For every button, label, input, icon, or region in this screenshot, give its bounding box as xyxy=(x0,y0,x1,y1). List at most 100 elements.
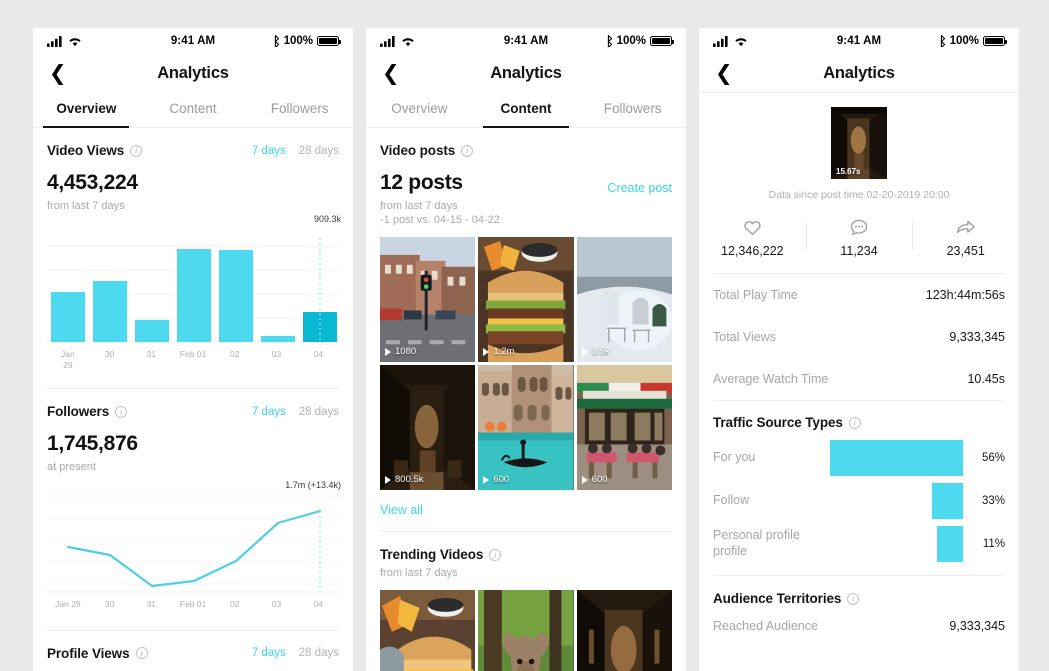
territories-header: Audience Territories i xyxy=(713,576,1005,606)
page-title: Analytics xyxy=(490,63,562,82)
x-label-0: Jan 29 xyxy=(55,599,81,610)
likes-value: 12,346,222 xyxy=(721,244,784,258)
tab-content[interactable]: Content xyxy=(140,92,247,127)
post-play-count: 600 xyxy=(581,474,608,485)
play-icon xyxy=(385,475,391,484)
info-icon[interactable]: i xyxy=(135,647,148,660)
video-preview[interactable]: 15.67s xyxy=(831,107,887,179)
post-play-count: 3.5k xyxy=(581,346,610,357)
tab-overview[interactable]: Overview xyxy=(33,92,140,127)
bar-chart-x-labels: Jan 29 30 31 Feb 01 02 03 04 xyxy=(47,349,339,370)
video-views-peak-label: 909.3k xyxy=(313,214,341,224)
traffic-bar xyxy=(830,439,964,476)
traffic-row-0: For you 56% xyxy=(713,436,1005,479)
traffic-bar-zone xyxy=(831,482,963,519)
video-posts-value: 12 posts xyxy=(380,171,463,194)
range-28-days[interactable]: 28 days xyxy=(299,406,339,418)
stat-comments: 11,234 xyxy=(805,218,913,258)
profile-views-title: Profile Views xyxy=(47,645,130,661)
post-thumbnail-5[interactable]: 600 xyxy=(576,365,672,491)
range-7-days[interactable]: 7 days xyxy=(252,406,286,418)
trending-thumbnail-2[interactable] xyxy=(576,590,672,671)
battery-icon xyxy=(650,35,675,47)
tab-followers[interactable]: Followers xyxy=(246,92,353,127)
tab-content[interactable]: Content xyxy=(473,92,580,127)
bar-2 xyxy=(135,320,169,342)
metric-row: Average Watch Time 10.45s xyxy=(713,358,1005,400)
metric-key: Total Play Time xyxy=(713,288,798,302)
range-7-days[interactable]: 7 days xyxy=(252,647,286,659)
battery-percentage: 100% xyxy=(949,35,979,47)
play-icon xyxy=(483,347,490,356)
traffic-bar xyxy=(937,525,963,562)
info-icon[interactable]: i xyxy=(461,144,474,157)
phone-panel-video-detail: 9:41 AM 100% ❮ Analytics 15.67s Data sin… xyxy=(699,28,1019,671)
line-chart-x-labels: Jan 29 30 31 Feb 01 02 03 04 xyxy=(47,599,339,610)
territories-row: Reached Audience 9,333,345 xyxy=(713,606,1005,633)
venice-gondola-thumbnail xyxy=(478,365,574,491)
post-thumbnail-4[interactable]: 600 xyxy=(478,365,574,491)
battery-percentage: 100% xyxy=(616,35,646,47)
status-right: 100% xyxy=(937,35,1008,47)
post-play-count: 600 xyxy=(483,474,509,485)
trending-thumbnail-1[interactable] xyxy=(478,590,574,671)
post-thumbnail-1[interactable]: 1.2m xyxy=(478,237,574,363)
trending-thumbnail-0[interactable] xyxy=(380,590,476,671)
post-thumbnail-0[interactable]: 1080 xyxy=(380,237,476,363)
bar-1 xyxy=(93,281,127,342)
x-label-4: 02 xyxy=(230,349,240,359)
video-views-range-toggle: 7 days 28 days xyxy=(252,145,339,157)
traffic-bar-zone xyxy=(831,525,963,562)
create-post-button[interactable]: Create post xyxy=(607,181,672,195)
metric-value: 123h:44m:56s xyxy=(925,288,1005,302)
territories-title: Audience Territories xyxy=(713,591,842,606)
nav-bar: ❮ Analytics xyxy=(33,54,353,92)
range-28-days[interactable]: 28 days xyxy=(299,145,339,157)
nav-bar: ❮ Analytics xyxy=(699,54,1019,92)
metric-value: 10.45s xyxy=(967,372,1005,386)
status-bar: 9:41 AM 100% xyxy=(33,28,353,54)
x-label-2: 31 xyxy=(146,599,157,610)
section-followers: Followers i 7 days 28 days 1,745,876 at … xyxy=(33,389,353,610)
battery-icon xyxy=(983,35,1008,47)
info-icon[interactable]: i xyxy=(848,416,861,429)
view-all-button[interactable]: View all xyxy=(380,490,672,531)
section-video-views: Video Views i 7 days 28 days 4,453,224 f… xyxy=(33,128,353,370)
post-thumbnail-2[interactable]: 3.5k xyxy=(576,237,672,363)
phone-panel-overview: 9:41 AM 100% ❮ Analytics Overview Conten… xyxy=(33,28,353,671)
range-7-days[interactable]: 7 days xyxy=(252,145,286,157)
tab-bar-content: Overview Content Followers xyxy=(366,92,686,128)
stat-likes: 12,346,222 xyxy=(699,218,806,258)
status-bar: 9:41 AM 100% xyxy=(699,28,1019,54)
city-street-thumbnail xyxy=(380,237,476,363)
section-trending-videos: Trending Videos i from last 7 days xyxy=(366,532,686,671)
info-icon[interactable]: i xyxy=(130,144,143,157)
content-scroll[interactable]: Video posts i 12 posts Create post from … xyxy=(366,128,686,671)
stat-shares: 23,451 xyxy=(912,218,1019,258)
shares-value: 23,451 xyxy=(946,244,985,258)
range-28-days[interactable]: 28 days xyxy=(299,647,339,659)
traffic-label: Personal profile profile xyxy=(713,527,800,558)
status-right: 100% xyxy=(271,35,342,47)
x-label-5: 03 xyxy=(271,599,282,610)
traffic-percent: 11% xyxy=(982,537,1005,550)
deer-thumbnail xyxy=(478,590,574,671)
video-posts-grid: 1080 1.2m 3.5k 800.5k 600 600 xyxy=(380,237,672,491)
phone-panel-content: 9:41 AM 100% ❮ Analytics Overview Conten… xyxy=(366,28,686,671)
video-views-bar-chart: 909.3k Jan 29 30 31 Feb 01 02 03 04 xyxy=(47,214,341,370)
tab-bar-overview: Overview Content Followers xyxy=(33,92,353,128)
tab-followers[interactable]: Followers xyxy=(579,92,686,127)
overview-scroll[interactable]: Video Views i 7 days 28 days 4,453,224 f… xyxy=(33,128,353,671)
video-preview-wrap: 15.67s xyxy=(699,93,1019,179)
info-icon[interactable]: i xyxy=(847,592,860,605)
bluetooth-icon xyxy=(607,35,612,47)
traffic-percent: 33% xyxy=(981,494,1005,507)
tab-overview[interactable]: Overview xyxy=(366,92,473,127)
comments-value: 11,234 xyxy=(840,244,878,258)
traffic-label: Follow xyxy=(713,492,750,507)
traffic-row-1: Follow 33% xyxy=(713,479,1005,522)
info-icon[interactable]: i xyxy=(489,548,502,561)
info-icon[interactable]: i xyxy=(115,405,128,418)
detail-scroll[interactable]: 15.67s Data since post time 02-20-2019 2… xyxy=(699,93,1019,671)
post-thumbnail-3[interactable]: 800.5k xyxy=(380,365,476,491)
